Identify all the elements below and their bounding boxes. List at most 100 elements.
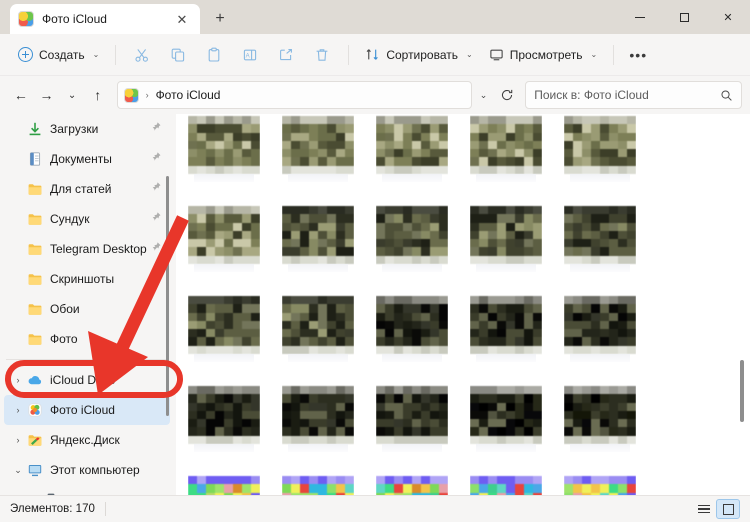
photo-thumbnail[interactable] (376, 474, 448, 495)
sidebar-tree-item-3[interactable]: › Яндекс.Диск (4, 425, 170, 455)
search-input[interactable]: Поиск в: Фото iCloud (534, 88, 720, 102)
thumbnail-pixel (470, 320, 479, 330)
pin-icon[interactable] (150, 210, 162, 228)
photo-thumbnail[interactable] (470, 384, 542, 456)
thumbnail-pixel (215, 214, 224, 223)
sidebar-item-5[interactable]: Telegram Desktop (4, 234, 170, 264)
thumbnail-pixel (309, 140, 318, 150)
photo-thumbnail[interactable] (564, 204, 636, 276)
delete-button[interactable] (304, 41, 340, 69)
pin-icon[interactable] (150, 180, 162, 198)
thumbnail-pixel (233, 206, 242, 215)
maximize-button[interactable] (662, 0, 706, 34)
photo-thumbnail[interactable] (470, 294, 542, 366)
chevron-right-icon[interactable]: › (10, 375, 26, 385)
back-button[interactable]: ← (8, 81, 34, 109)
pin-icon[interactable] (150, 120, 162, 138)
sidebar-item-3[interactable]: Для статей (4, 174, 170, 204)
photo-thumbnail[interactable] (188, 384, 260, 456)
thumbnail-pixel (497, 312, 506, 321)
photo-thumbnail[interactable] (470, 204, 542, 276)
photo-thumbnail[interactable] (470, 114, 542, 186)
photo-thumbnail[interactable] (188, 114, 260, 186)
sidebar-tree-item-1[interactable]: › iCloud Drive (4, 365, 170, 395)
photo-thumbnail[interactable] (376, 114, 448, 186)
search-box[interactable]: Поиск в: Фото iCloud (525, 81, 742, 109)
photo-thumbnail[interactable] (282, 384, 354, 456)
close-icon[interactable]: ✕ (172, 9, 192, 29)
copy-button[interactable] (160, 41, 196, 69)
chevron-down-icon[interactable]: ⌄ (10, 465, 26, 476)
cut-button[interactable] (124, 41, 160, 69)
chevron-right-icon[interactable]: › (10, 405, 26, 415)
photo-thumbnail[interactable] (188, 294, 260, 366)
more-options-button[interactable]: ••• (622, 41, 654, 69)
recent-locations-button[interactable]: ⌄ (59, 81, 85, 109)
photo-thumbnail[interactable] (564, 474, 636, 495)
pin-icon[interactable] (150, 150, 162, 168)
up-button[interactable]: ↑ (85, 81, 111, 109)
sidebar-tree-item-5[interactable]: ›Apple iPad (20, 485, 170, 495)
sidebar-scrollbar-thumb[interactable] (166, 176, 169, 416)
sort-button[interactable]: Сортировать ⌄ (357, 41, 480, 69)
thumbnail-pixel (215, 255, 224, 264)
thumbnail-pixel (439, 247, 448, 256)
sidebar-item-2[interactable]: Документы (4, 144, 170, 174)
address-dropdown-button[interactable]: ⌄ (472, 81, 496, 109)
sidebar-tree-item-2[interactable]: › Фото iCloud (4, 395, 170, 425)
file-list-pane[interactable] (176, 114, 750, 495)
photo-thumbnail[interactable] (282, 474, 354, 495)
photo-thumbnail[interactable] (376, 204, 448, 276)
minimize-button[interactable] (618, 0, 662, 34)
pin-icon[interactable] (150, 151, 162, 163)
view-button[interactable]: Просмотреть ⌄ (481, 41, 606, 69)
thumbnail-shadow (194, 174, 254, 182)
photo-thumbnail[interactable] (564, 294, 636, 366)
content-scrollbar-thumb[interactable] (740, 360, 744, 422)
pin-icon[interactable] (150, 211, 162, 223)
sidebar-item-1[interactable]: Загрузки (4, 114, 170, 144)
paste-button[interactable] (196, 41, 232, 69)
new-button[interactable]: Создать ⌄ (10, 41, 107, 69)
rename-button[interactable]: A (232, 41, 268, 69)
pin-icon[interactable] (150, 241, 162, 253)
thumbnail-pixel (497, 239, 506, 248)
pin-icon[interactable] (150, 271, 162, 283)
photo-thumbnail[interactable] (564, 384, 636, 456)
navigation-pane[interactable]: Загрузки Документы Для статей Сундук Telegra… (0, 114, 176, 495)
chevron-down-icon: ⌄ (590, 50, 598, 59)
new-tab-button[interactable]: + (208, 8, 232, 30)
photo-thumbnail[interactable] (282, 204, 354, 276)
close-button[interactable]: ✕ (706, 0, 750, 34)
photo-thumbnail[interactable] (188, 204, 260, 276)
forward-button[interactable]: → (34, 81, 60, 109)
pin-icon[interactable] (150, 240, 162, 258)
sidebar-item-7[interactable]: Обои (4, 294, 170, 324)
list-view-button[interactable] (692, 499, 716, 519)
photo-thumbnail[interactable] (282, 294, 354, 366)
chevron-right-icon[interactable]: › (10, 435, 26, 445)
share-button[interactable] (268, 41, 304, 69)
photo-thumbnail[interactable] (470, 474, 542, 495)
refresh-button[interactable] (495, 81, 519, 109)
photo-thumbnail[interactable] (188, 474, 260, 495)
sidebar-tree-item-4[interactable]: ⌄ Этот компьютер (4, 455, 170, 485)
photo-thumbnail[interactable] (376, 384, 448, 456)
tab-foto-icloud[interactable]: Фото iCloud ✕ (10, 4, 200, 34)
sidebar-item-6[interactable]: Скриншоты (4, 264, 170, 294)
photo-thumbnail[interactable] (376, 294, 448, 366)
pin-icon[interactable] (150, 121, 162, 133)
pin-icon[interactable] (150, 181, 162, 193)
sidebar-item-8[interactable]: Фото (4, 324, 170, 354)
photo-thumbnail[interactable] (564, 114, 636, 186)
sidebar-item-4[interactable]: Сундук (4, 204, 170, 234)
thumbnail-pixel (533, 239, 542, 248)
breadcrumb[interactable]: › Фото iCloud (116, 81, 472, 109)
thumbnail-pixel (242, 116, 251, 125)
tiles-view-button[interactable] (716, 499, 740, 519)
thumbnail-pixel (591, 329, 600, 338)
pin-icon[interactable] (150, 270, 162, 288)
photo-thumbnail[interactable] (282, 114, 354, 186)
thumbnail-pixel (412, 402, 421, 411)
thumbnail-pixel (582, 149, 591, 158)
